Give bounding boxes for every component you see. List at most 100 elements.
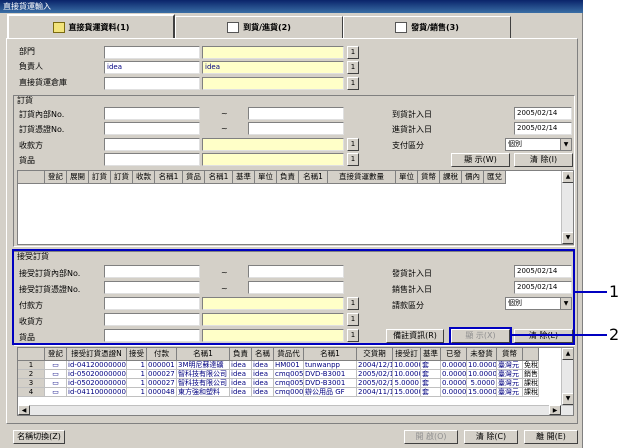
chevron-down-icon: ▼ xyxy=(560,139,571,150)
row-currency: 臺灣元 xyxy=(497,370,523,379)
row-number: 2 xyxy=(18,370,45,379)
row-checkbox[interactable]: ▭ xyxy=(45,370,67,379)
scroll-left-icon[interactable]: ◀ xyxy=(18,405,30,415)
order-voucher-no-label: 訂貨憑證No. xyxy=(19,125,65,134)
tab-arrival-purchase[interactable]: 到貨/進貨(2) xyxy=(175,16,343,38)
table-row[interactable]: 3 ▭ id-050200000003 1 000027 智科技有限公司 ide… xyxy=(18,379,539,388)
order-col: 直接貨運數量 xyxy=(328,171,396,184)
row-payer: 000027 xyxy=(147,379,177,388)
row-tax: 課稅 xyxy=(523,379,539,388)
purchase-date-label: 進貨計入日 xyxy=(392,125,432,134)
pay-type-select[interactable]: 個別 ▼ xyxy=(505,138,572,151)
order-clear-button[interactable]: 清 除(I) xyxy=(514,153,573,167)
scroll-down-icon[interactable]: ▼ xyxy=(562,232,573,244)
receive-col: 已發 xyxy=(441,348,467,361)
order-grid-vscroll[interactable]: ▲ ▼ xyxy=(561,171,573,244)
row-qty: 10.0000 xyxy=(393,370,421,379)
row-tax: 銷售 xyxy=(523,370,539,379)
callout-label-2: 2 xyxy=(609,325,620,344)
tab-shipment-sales-label: 發貨/銷售(3) xyxy=(411,23,459,32)
row-delivery-date: 2005/02/14 xyxy=(357,370,393,379)
row-owner: idea xyxy=(230,370,252,379)
order-voucher-no-from[interactable] xyxy=(104,122,200,135)
receive-col: 名稱1 xyxy=(304,348,357,361)
warehouse-code-input[interactable] xyxy=(104,77,200,90)
dept-name-field xyxy=(202,46,344,59)
row-tax: 課稅 xyxy=(523,388,539,397)
row-owner-name: idea xyxy=(252,361,274,370)
row-payer-name: 3M明尼蘇達礦 xyxy=(177,361,230,370)
row-unsent: 10.0000 xyxy=(467,361,497,370)
row-currency: 臺灣元 xyxy=(497,388,523,397)
tab-direct-shipment[interactable]: 直接貨運資料(1) xyxy=(7,14,175,39)
table-row[interactable]: 2 ▭ id-050200000001 1 000027 智科技有限公司 ide… xyxy=(18,370,539,379)
clear-button[interactable]: 清 除(C) xyxy=(464,430,518,444)
order-col: 名稱1 xyxy=(205,171,233,184)
arrival-date-label: 到貨計入日 xyxy=(392,110,432,119)
order-payee-lookup-button[interactable]: 1 xyxy=(347,138,359,151)
dept-label: 部門 xyxy=(19,47,35,56)
order-item-lookup-button[interactable]: 1 xyxy=(347,153,359,166)
row-unsent: 10.0000 xyxy=(467,370,497,379)
close-button[interactable]: 離 開(E) xyxy=(524,430,578,444)
warehouse-lookup-button[interactable]: 1 xyxy=(347,77,359,90)
order-show-button[interactable]: 顯 示(W) xyxy=(451,153,510,167)
receive-grid-header: 登記 接受訂貨憑證N 接受 付款 名稱1 負責 名稱 貨品代 名稱1 交貨期 接… xyxy=(18,348,539,361)
main-window: 直接貨運輸入 直接貨運資料(1) 到貨/進貨(2) 發貨/銷售(3) 部門 1 … xyxy=(0,0,583,448)
name-switch-button[interactable]: 名稱切換(Z) xyxy=(13,430,65,444)
scroll-up-icon[interactable]: ▲ xyxy=(562,348,573,360)
scroll-right-icon[interactable]: ▶ xyxy=(549,405,561,415)
receive-grid-hscroll[interactable]: ◀ ▶ xyxy=(18,405,573,415)
dept-code-input[interactable] xyxy=(104,46,200,59)
row-item-code: cmq005 xyxy=(274,379,304,388)
receive-grid[interactable]: 登記 接受訂貨憑證N 接受 付款 名稱1 負責 名稱 貨品代 名稱1 交貨期 接… xyxy=(17,347,574,416)
row-checkbox[interactable]: ▭ xyxy=(45,379,67,388)
owner-code-input[interactable]: idea xyxy=(104,61,200,74)
row-accept: 1 xyxy=(127,361,147,370)
order-col: 貨品 xyxy=(183,171,205,184)
row-voucher: id-050200000001 xyxy=(67,370,127,379)
scroll-up-icon[interactable]: ▲ xyxy=(562,171,573,183)
receive-grid-vscroll[interactable]: ▲ ▼ xyxy=(561,348,573,405)
tab-arrival-purchase-label: 到貨/進貨(2) xyxy=(243,23,291,32)
open-button[interactable]: 開 啟(O) xyxy=(404,430,458,444)
dept-lookup-button[interactable]: 1 xyxy=(347,46,359,59)
order-col: 負責 xyxy=(277,171,299,184)
row-number: 3 xyxy=(18,379,45,388)
row-voucher: id-050200000003 xyxy=(67,379,127,388)
row-accept: 1 xyxy=(127,388,147,397)
row-checkbox[interactable]: ▭ xyxy=(45,361,67,370)
order-col: 單位 xyxy=(396,171,418,184)
order-grid[interactable]: 登記 展開 訂貨 訂貨 收款 名稱1 貨品 名稱1 基準 單位 負責 名稱1 直… xyxy=(17,170,574,245)
callout-label-1: 1 xyxy=(609,282,620,301)
order-internal-no-to[interactable] xyxy=(248,107,344,120)
row-payer-name: 智科技有限公司 xyxy=(177,370,230,379)
row-item-code: cmq005 xyxy=(274,370,304,379)
order-payee-input[interactable] xyxy=(104,138,200,151)
tab-shipment-sales[interactable]: 發貨/銷售(3) xyxy=(343,16,511,38)
document-icon xyxy=(227,22,240,33)
receive-col: 名稱 xyxy=(252,348,274,361)
scroll-down-icon[interactable]: ▼ xyxy=(562,393,573,405)
order-internal-no-from[interactable] xyxy=(104,107,200,120)
table-row[interactable]: 1 ▭ id-041200000004 1 000001 3M明尼蘇達礦 ide… xyxy=(18,361,539,370)
row-qty: 5.0000 xyxy=(393,379,421,388)
order-col: 價內 xyxy=(462,171,484,184)
callout-line-1 xyxy=(575,291,607,293)
row-unit: 套 xyxy=(421,361,441,370)
owner-lookup-button[interactable]: 1 xyxy=(347,61,359,74)
receive-col: 基準 xyxy=(421,348,441,361)
row-payer: 000027 xyxy=(147,370,177,379)
table-row[interactable]: 4 ▭ id-041100000005 1 000048 東方強和塑料 idea… xyxy=(18,388,539,397)
warehouse-name-field xyxy=(202,77,344,90)
order-item-input[interactable] xyxy=(104,153,200,166)
order-payee-label: 收款方 xyxy=(19,141,43,150)
order-voucher-no-to[interactable] xyxy=(248,122,344,135)
receive-col: 負責 xyxy=(230,348,252,361)
row-checkbox[interactable]: ▭ xyxy=(45,388,67,397)
purchase-date-input[interactable]: 2005/02/14 xyxy=(514,122,572,135)
row-voucher: id-041100000005 xyxy=(67,388,127,397)
arrival-date-input[interactable]: 2005/02/14 xyxy=(514,107,572,120)
receive-col-blank xyxy=(18,348,45,361)
row-currency: 臺灣元 xyxy=(497,379,523,388)
